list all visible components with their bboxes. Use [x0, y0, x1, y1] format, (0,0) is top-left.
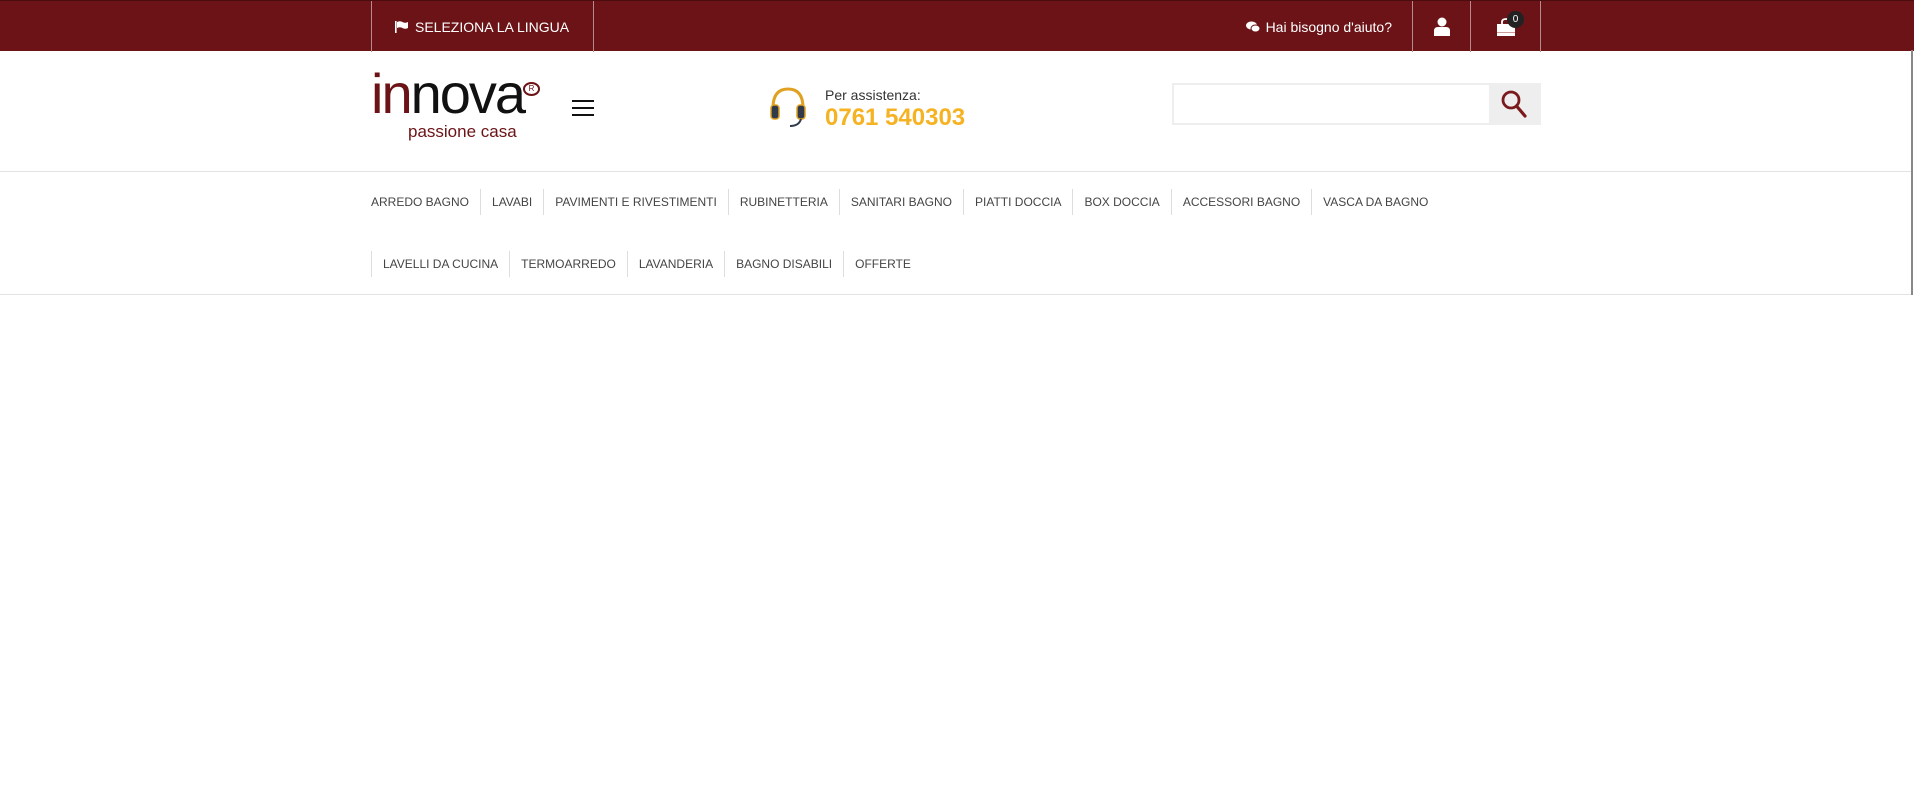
user-icon: [1433, 17, 1450, 36]
nav-bagno-disabili[interactable]: BAGNO DISABILI: [724, 251, 843, 277]
account-button[interactable]: [1412, 1, 1470, 52]
top-bar: SELEZIONA LA LINGUA Hai bisogno d'aiuto?…: [0, 0, 1914, 52]
language-label: SELEZIONA LA LINGUA: [415, 18, 570, 35]
logo-tagline: passione casa: [408, 122, 517, 141]
nav-box-doccia[interactable]: BOX DOCCIA: [1072, 189, 1170, 215]
menu-toggle-button[interactable]: [572, 100, 594, 116]
nav-pavimenti-rivestimenti[interactable]: PAVIMENTI E RIVESTIMENTI: [543, 189, 728, 215]
language-selector[interactable]: SELEZIONA LA LINGUA: [371, 1, 594, 52]
cart-button[interactable]: 0: [1470, 1, 1541, 52]
nav-rubinetteria[interactable]: RUBINETTERIA: [727, 189, 839, 215]
help-link[interactable]: Hai bisogno d'aiuto?: [1240, 1, 1412, 52]
nav-offerte[interactable]: OFFERTE: [843, 251, 922, 277]
logo[interactable]: innova R passione casa: [371, 66, 546, 142]
headset-icon: [770, 87, 806, 127]
search-form: [1172, 83, 1541, 125]
scrollbar[interactable]: [1911, 50, 1913, 295]
flag-icon: [395, 20, 408, 33]
support-phone[interactable]: 0761 540303: [825, 104, 965, 132]
support-label: Per assistenza:: [825, 87, 921, 103]
help-label: Hai bisogno d'aiuto?: [1265, 18, 1392, 35]
nav-lavanderia[interactable]: LAVANDERIA: [626, 251, 724, 277]
nav-arredo-bagno[interactable]: ARREDO BAGNO: [371, 189, 480, 215]
nav-lavelli-da-cucina[interactable]: LAVELLI DA CUCINA: [371, 251, 509, 277]
nav-lavabi[interactable]: LAVABI: [480, 189, 543, 215]
nav-accessori-bagno[interactable]: ACCESSORI BAGNO: [1170, 189, 1311, 215]
registered-mark: R: [523, 82, 540, 96]
nav-termoarredo[interactable]: TERMOARREDO: [509, 251, 627, 277]
chat-icon: [1245, 21, 1260, 32]
search-icon: [1501, 90, 1527, 118]
logo-mark-2: nova: [410, 62, 526, 125]
search-input[interactable]: [1174, 85, 1489, 123]
nav-piatti-doccia[interactable]: PIATTI DOCCIA: [963, 189, 1072, 215]
nav-sanitari-bagno[interactable]: SANITARI BAGNO: [838, 189, 963, 215]
search-button[interactable]: [1489, 85, 1539, 123]
nav-vasca-da-bagno[interactable]: VASCA DA BAGNO: [1311, 189, 1439, 215]
cart-count-badge: 0: [1507, 11, 1524, 28]
category-nav: ARREDO BAGNO LAVABI PAVIMENTI E RIVESTIM…: [0, 171, 1912, 295]
logo-mark: in: [371, 62, 413, 125]
